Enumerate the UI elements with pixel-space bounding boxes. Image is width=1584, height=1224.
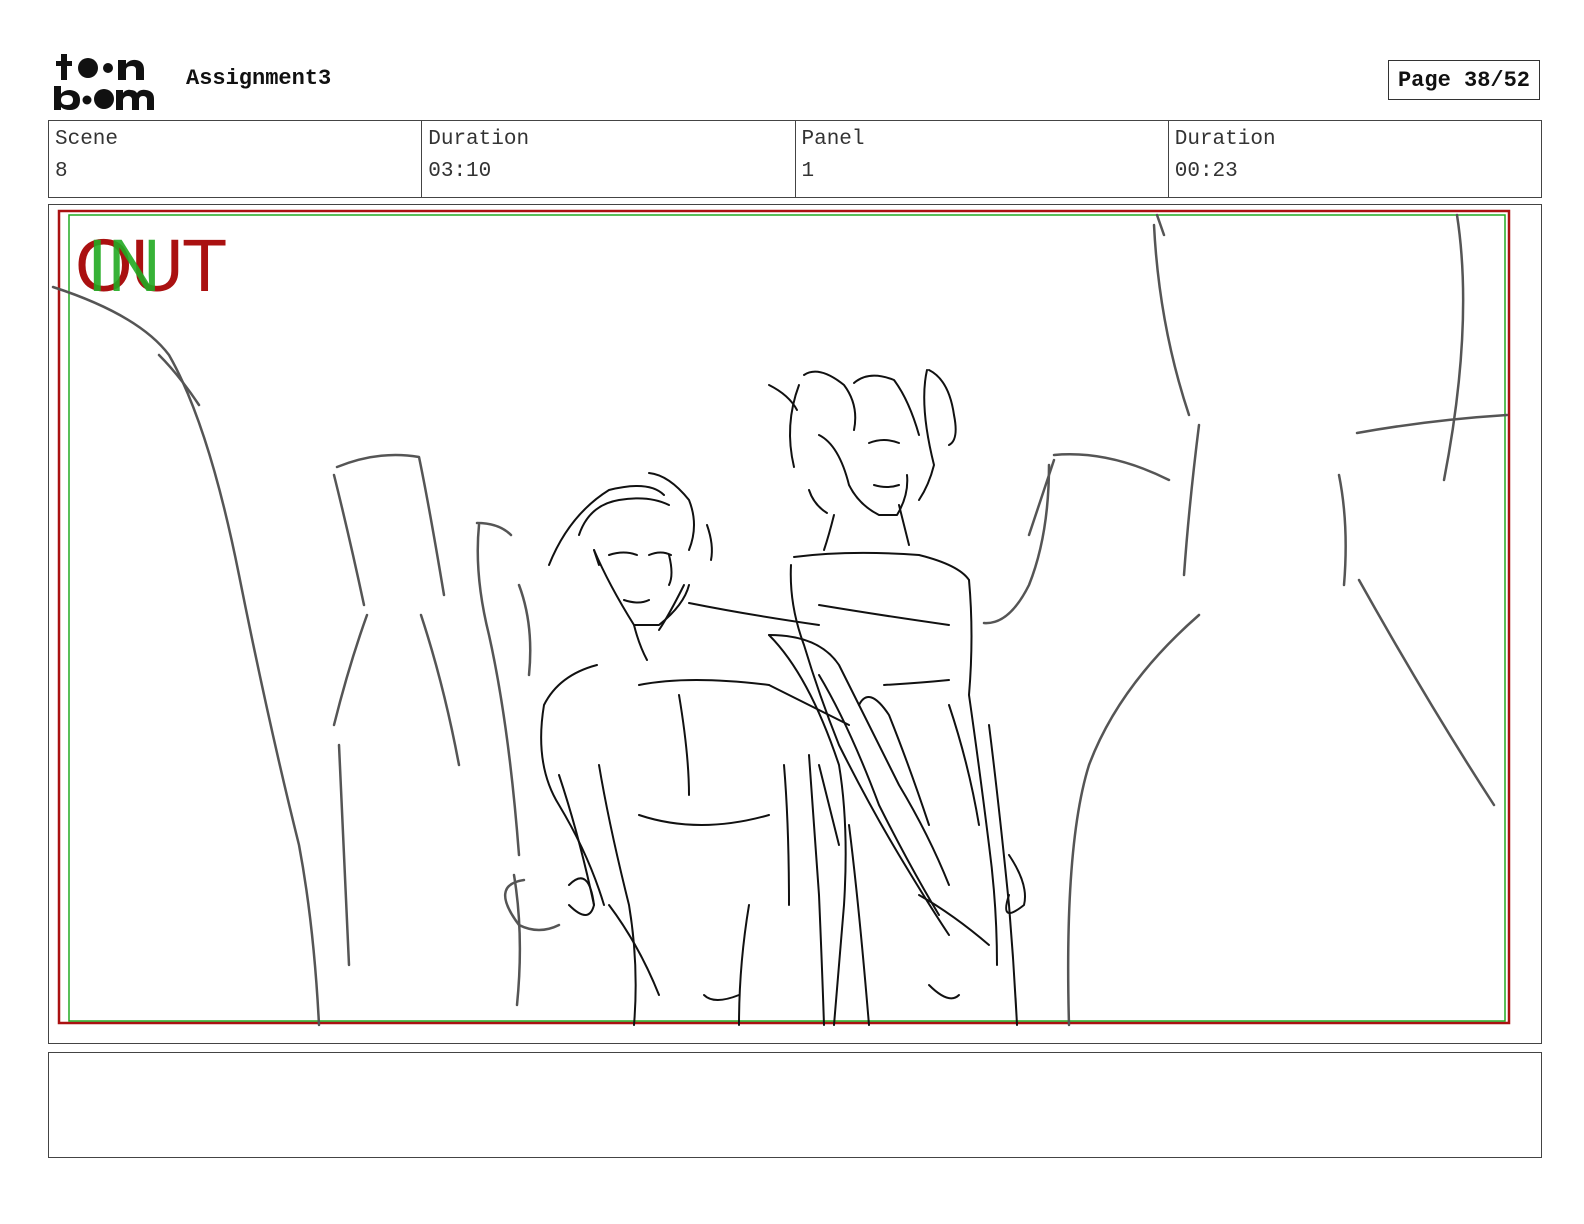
project-title: Assignment3 (186, 66, 332, 91)
panel-sketch (51, 209, 1511, 1027)
scene-duration-cell: Duration 03:10 (422, 121, 796, 197)
scene-label: Scene (55, 128, 119, 151)
panel-duration-label: Duration (1174, 128, 1276, 151)
out-frame (57, 209, 1511, 1025)
storyboard-panel[interactable]: OUT IN (48, 204, 1542, 1044)
toonboom-logo-icon (52, 52, 164, 112)
panel-notes-box[interactable] (48, 1052, 1542, 1158)
panel-info-row: Scene 8 Duration 03:10 Panel 1 Duration … (48, 120, 1542, 198)
in-frame (68, 214, 1506, 1022)
page-indicator: Page 38/52 (1388, 60, 1540, 100)
scene-cell: Scene 8 (49, 121, 423, 197)
panel-duration-cell: Duration 00:23 (1169, 121, 1541, 197)
panel-label: Panel (801, 128, 865, 151)
panel-duration-value: 00:23 (1174, 160, 1238, 183)
scene-duration-value: 03:10 (428, 160, 492, 183)
panel-value: 1 (801, 160, 815, 183)
in-marker-label: IN (87, 224, 161, 307)
scene-value: 8 (55, 160, 68, 183)
panel-cell: Panel 1 (796, 121, 1169, 197)
character-sketches (540, 369, 1026, 1026)
scene-duration-label: Duration (428, 128, 530, 151)
